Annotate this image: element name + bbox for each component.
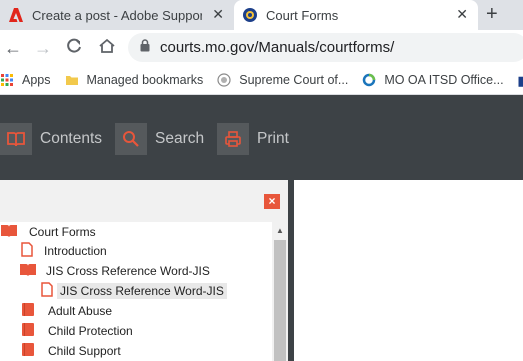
- print-label: Print: [257, 130, 289, 147]
- page-icon: [41, 282, 53, 300]
- scrollbar-thumb[interactable]: [274, 240, 286, 361]
- contents-pane: × Court Forms Introduction JIS Cross Ref…: [0, 180, 290, 361]
- book-closed-icon: [21, 342, 35, 360]
- contents-button[interactable]: Contents: [0, 123, 102, 155]
- help-toolbar: Contents Search Print: [0, 95, 523, 180]
- tree-item-label: JIS Cross Reference Word-JIS: [57, 283, 227, 299]
- bookmark-label: MO OA ITSD Office...: [384, 73, 504, 87]
- tree-item-child-support[interactable]: Child Support: [21, 341, 124, 361]
- tree-item-court-forms[interactable]: Court Forms: [0, 222, 99, 242]
- tree-item-adult-abuse[interactable]: Adult Abuse: [21, 301, 115, 321]
- folder-icon: [65, 73, 79, 87]
- pane-header: ×: [0, 180, 290, 220]
- bookmark-overflow-icon[interactable]: ▮: [518, 73, 523, 88]
- tab-title: Court Forms: [266, 7, 339, 23]
- search-button[interactable]: Search: [115, 123, 204, 155]
- tab-close-icon[interactable]: ✕: [212, 6, 224, 23]
- court-seal-icon: [217, 73, 231, 87]
- tree-item-introduction[interactable]: Introduction: [21, 241, 110, 261]
- printer-icon: [217, 123, 249, 155]
- print-button[interactable]: Print: [217, 123, 289, 155]
- home-icon[interactable]: [98, 38, 116, 59]
- forward-arrow-icon[interactable]: →: [34, 38, 52, 59]
- search-label: Search: [155, 130, 205, 147]
- browser-tab-bar: Create a post - Adobe Support C ✕ Court …: [0, 0, 523, 30]
- bookmark-managed[interactable]: Managed bookmarks: [65, 73, 204, 87]
- tab-close-icon[interactable]: ✕: [456, 6, 468, 23]
- page-icon: [21, 242, 33, 260]
- close-pane-button[interactable]: ×: [264, 194, 280, 209]
- tree-item-label: Adult Abuse: [48, 304, 113, 318]
- address-bar-row: ← → courts.mo.gov/Manuals/courtforms/: [0, 30, 523, 66]
- lock-icon: [140, 38, 150, 57]
- contents-tree: Court Forms Introduction JIS Cross Refer…: [0, 222, 272, 361]
- book-closed-icon: [21, 302, 35, 320]
- tree-item-label: Child Support: [48, 344, 121, 358]
- url-omnibox[interactable]: courts.mo.gov/Manuals/courtforms/: [128, 33, 523, 62]
- tab-court-forms[interactable]: Court Forms ✕: [234, 0, 478, 30]
- scroll-up-arrow-icon[interactable]: ▲: [276, 226, 284, 235]
- new-tab-plus-icon[interactable]: +: [486, 3, 498, 26]
- reload-icon[interactable]: [66, 38, 82, 59]
- bookmarks-bar: Apps Managed bookmarks Supreme Court of.…: [0, 66, 523, 95]
- tree-item-label: Child Protection: [48, 324, 133, 338]
- bookmark-apps[interactable]: Apps: [0, 73, 51, 87]
- mo-seal-icon: [242, 7, 258, 23]
- tree-item-jis-cross-reference-book[interactable]: JIS Cross Reference Word-JIS: [19, 261, 213, 281]
- tree-item-label: Introduction: [44, 244, 107, 258]
- tab-title: Create a post - Adobe Support C: [32, 7, 202, 23]
- office-ring-icon: [362, 73, 376, 87]
- book-icon: [0, 123, 32, 155]
- book-closed-icon: [21, 322, 35, 340]
- bookmark-mo-oa-itsd[interactable]: MO OA ITSD Office...: [362, 73, 504, 87]
- tree-item-jis-cross-reference-page[interactable]: JIS Cross Reference Word-JIS: [41, 281, 227, 301]
- book-open-icon: [0, 224, 18, 241]
- content-area: [294, 180, 523, 361]
- tree-scrollbar[interactable]: ▲: [272, 222, 288, 361]
- contents-label: Contents: [40, 130, 103, 147]
- tree-item-label: Court Forms: [29, 225, 96, 239]
- bookmark-label: Supreme Court of...: [239, 73, 349, 87]
- bookmark-label: Apps: [22, 73, 51, 87]
- tree-item-label: JIS Cross Reference Word-JIS: [46, 264, 210, 278]
- apps-grid-icon: [0, 73, 14, 87]
- tab-adobe-support[interactable]: Create a post - Adobe Support C ✕: [0, 0, 234, 30]
- adobe-icon: [8, 7, 24, 23]
- bookmark-label: Managed bookmarks: [86, 73, 204, 87]
- url-text: courts.mo.gov/Manuals/courtforms/: [160, 39, 395, 56]
- book-open-icon: [19, 263, 37, 280]
- back-arrow-icon[interactable]: ←: [4, 38, 22, 59]
- tree-item-child-protection[interactable]: Child Protection: [21, 321, 136, 341]
- search-icon: [115, 123, 147, 155]
- bookmark-supreme-court[interactable]: Supreme Court of...: [217, 73, 348, 87]
